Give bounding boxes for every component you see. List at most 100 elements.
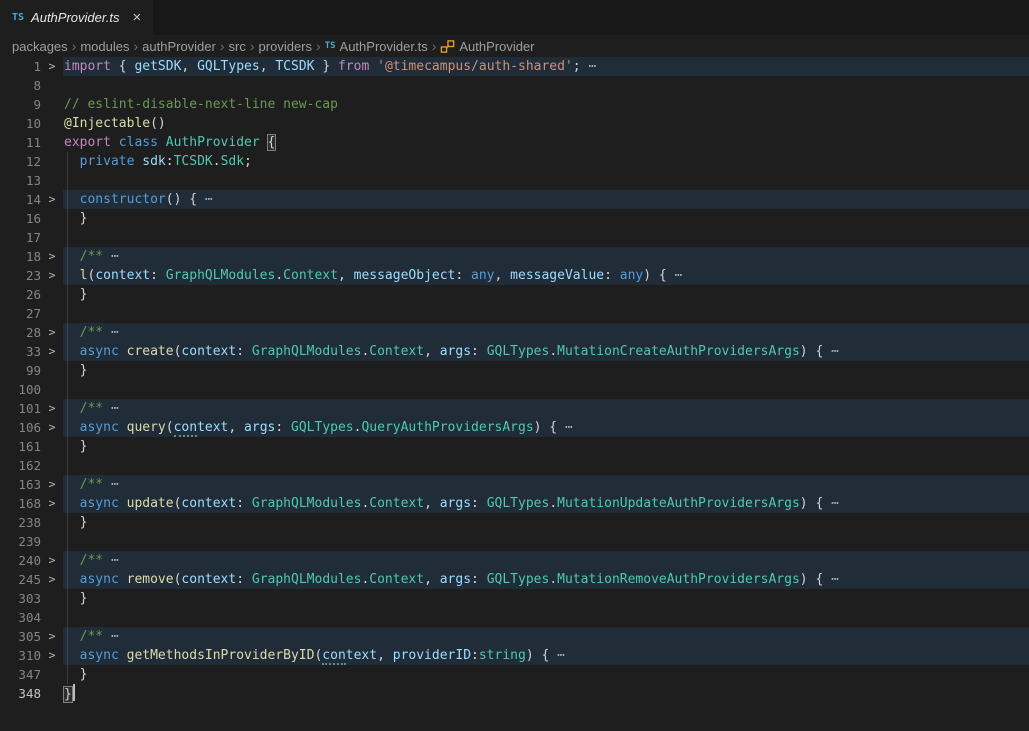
code-line[interactable]: 310> async getMethodsInProviderByID(cont… (0, 646, 1029, 665)
code-line[interactable]: 162 (0, 456, 1029, 475)
code-line[interactable]: 305> /** ⋯ (0, 627, 1029, 646)
code-text: import { getSDK, GQLTypes, TCSDK } from … (63, 57, 1029, 76)
code-line[interactable]: 303 } (0, 589, 1029, 608)
code-token: getMethodsInProviderByID (127, 648, 315, 663)
fold-chevron-icon[interactable]: > (41, 646, 63, 665)
breadcrumb-item-providers[interactable]: providers (259, 39, 312, 54)
code-token: GQLTypes (197, 59, 260, 74)
line-number: 9 (0, 95, 41, 114)
code-token: text (197, 420, 228, 435)
code-line[interactable]: 348} (0, 684, 1029, 703)
code-token (64, 192, 80, 207)
code-line[interactable]: 100 (0, 380, 1029, 399)
fold-chevron-icon[interactable]: > (41, 570, 63, 589)
fold-gutter (41, 152, 63, 171)
fold-chevron-icon[interactable]: > (41, 57, 63, 76)
code-line[interactable]: 106> async query(context, args: GQLTypes… (0, 418, 1029, 437)
code-text: /** ⋯ (63, 399, 1029, 418)
fold-chevron-icon[interactable]: > (41, 551, 63, 570)
code-line[interactable]: 23> l(context: GraphQLModules.Context, m… (0, 266, 1029, 285)
code-line[interactable]: 28> /** ⋯ (0, 323, 1029, 342)
code-text: } (63, 437, 1029, 456)
code-line[interactable]: 9// eslint-disable-next-line new-cap (0, 95, 1029, 114)
breadcrumb-item-modules[interactable]: modules (80, 39, 129, 54)
fold-chevron-icon[interactable]: > (41, 475, 63, 494)
fold-chevron-icon[interactable]: > (41, 323, 63, 342)
code-line[interactable]: 238 } (0, 513, 1029, 532)
code-token: ⋯ (588, 59, 596, 74)
line-number: 240 (0, 551, 41, 570)
code-line[interactable]: 33> async create(context: GraphQLModules… (0, 342, 1029, 361)
code-token: context (95, 268, 150, 283)
code-text (63, 304, 1029, 323)
code-token: GQLTypes (487, 344, 550, 359)
code-text: l(context: GraphQLModules.Context, messa… (63, 266, 1029, 285)
code-line[interactable]: 245> async remove(context: GraphQLModule… (0, 570, 1029, 589)
code-line[interactable]: 8 (0, 76, 1029, 95)
line-number: 11 (0, 133, 41, 152)
code-token (64, 496, 80, 511)
code-line[interactable]: 240> /** ⋯ (0, 551, 1029, 570)
code-line[interactable]: 1>import { getSDK, GQLTypes, TCSDK } fro… (0, 57, 1029, 76)
breadcrumb-item-authprovider[interactable]: authProvider (142, 39, 216, 54)
code-line[interactable]: 13 (0, 171, 1029, 190)
breadcrumb-item-src[interactable]: src (229, 39, 246, 54)
code-text: } (63, 513, 1029, 532)
breadcrumb-item-authprovider[interactable]: AuthProvider (440, 39, 534, 54)
breadcrumb-label: AuthProvider (459, 39, 534, 54)
code-line[interactable]: 99 } (0, 361, 1029, 380)
code-text: async query(context, args: GQLTypes.Quer… (63, 418, 1029, 437)
code-token: : (471, 344, 487, 359)
code-token: ) { (526, 648, 557, 663)
fold-chevron-icon[interactable]: > (41, 342, 63, 361)
code-line[interactable]: 101> /** ⋯ (0, 399, 1029, 418)
tab-authprovider-ts[interactable]: TS AuthProvider.ts × (0, 0, 153, 35)
fold-chevron-icon[interactable]: > (41, 247, 63, 266)
line-number: 101 (0, 399, 41, 418)
code-token: /** (80, 249, 111, 264)
code-line[interactable]: 18> /** ⋯ (0, 247, 1029, 266)
code-token: ⋯ (565, 420, 573, 435)
code-token: GQLTypes (487, 496, 550, 511)
code-line[interactable]: 161 } (0, 437, 1029, 456)
breadcrumb-item-packages[interactable]: packages (12, 39, 68, 54)
code-token: ) { (643, 268, 674, 283)
code-token: ; (244, 154, 252, 169)
code-line[interactable]: 10@Injectable() (0, 114, 1029, 133)
code-line[interactable]: 347 } (0, 665, 1029, 684)
code-line[interactable]: 239 (0, 532, 1029, 551)
class-symbol-icon (440, 39, 455, 54)
code-line[interactable]: 17 (0, 228, 1029, 247)
fold-gutter (41, 589, 63, 608)
code-line[interactable]: 163> /** ⋯ (0, 475, 1029, 494)
code-line[interactable]: 11export class AuthProvider { (0, 133, 1029, 152)
code-line[interactable]: 14> constructor() { ⋯ (0, 190, 1029, 209)
code-line[interactable]: 168> async update(context: GraphQLModule… (0, 494, 1029, 513)
tab-bar: TS AuthProvider.ts × (0, 0, 1029, 35)
fold-chevron-icon[interactable]: > (41, 418, 63, 437)
fold-gutter (41, 228, 63, 247)
fold-chevron-icon[interactable]: > (41, 190, 63, 209)
code-token: GraphQLModules (252, 496, 362, 511)
code-token: ⋯ (111, 401, 119, 416)
breadcrumb-item-authprovider-ts[interactable]: TSAuthProvider.ts (325, 39, 428, 54)
code-line[interactable]: 27 (0, 304, 1029, 323)
fold-chevron-icon[interactable]: > (41, 266, 63, 285)
code-line[interactable]: 16 } (0, 209, 1029, 228)
code-token: , (424, 572, 440, 587)
fold-chevron-icon[interactable]: > (41, 627, 63, 646)
code-line[interactable]: 304 (0, 608, 1029, 627)
code-line[interactable]: 12 private sdk:TCSDK.Sdk; (0, 152, 1029, 171)
code-token: con (322, 648, 345, 665)
fold-gutter (41, 304, 63, 323)
code-token: from (338, 59, 377, 74)
code-text: @Injectable() (63, 114, 1029, 133)
code-token: } (64, 515, 87, 530)
code-token: @Injectable (64, 116, 150, 131)
code-token: ⋯ (831, 572, 839, 587)
code-token (64, 401, 80, 416)
fold-chevron-icon[interactable]: > (41, 399, 63, 418)
close-icon[interactable]: × (132, 10, 141, 25)
code-line[interactable]: 26 } (0, 285, 1029, 304)
fold-chevron-icon[interactable]: > (41, 494, 63, 513)
